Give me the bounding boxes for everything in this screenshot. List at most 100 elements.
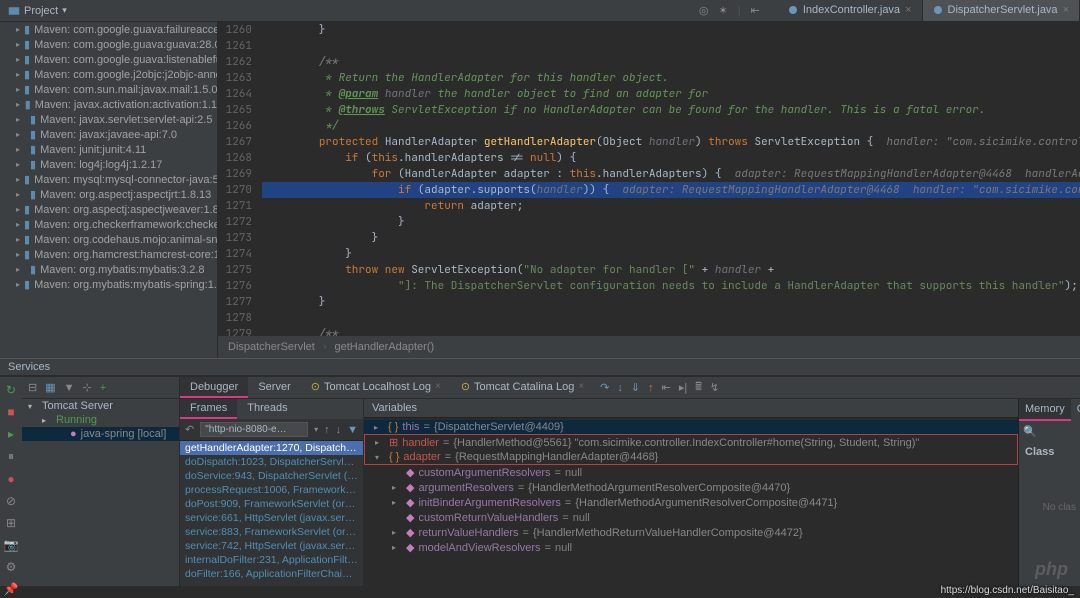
code-line[interactable]: "]: The DispatcherServlet configuration … — [262, 278, 1080, 294]
variable-row[interactable]: ▾{ } adapter = {RequestMappingHandlerAda… — [365, 450, 1017, 464]
close-icon[interactable]: × — [905, 4, 911, 16]
camera-icon[interactable]: 📷 — [4, 538, 19, 552]
code-line[interactable]: } — [262, 22, 1080, 38]
code-line[interactable]: */ — [262, 118, 1080, 134]
step-over-icon[interactable]: ↷ — [600, 381, 609, 394]
tree-item[interactable]: ▸▮Maven: org.checkerframework:checker-qu… — [0, 217, 217, 232]
services-tree[interactable]: ⊟ ▦ ▼ ⊹ + ▾Tomcat Server▸Running●java-sp… — [22, 377, 180, 586]
mute-bp-icon[interactable]: ⊘ — [6, 494, 16, 508]
code-line[interactable]: * @param handler the handler object to f… — [262, 86, 1080, 102]
evaluate-icon[interactable]: 🖩 — [695, 378, 702, 397]
pause-icon[interactable]: ⏸ — [8, 449, 14, 464]
target-icon[interactable]: ◎ — [699, 4, 709, 17]
settings-icon[interactable]: ⚙ — [6, 560, 17, 574]
stop-icon[interactable]: ■ — [7, 405, 14, 419]
expand-icon[interactable]: ▸ — [392, 483, 402, 492]
debug-tab[interactable]: Server — [248, 377, 300, 398]
code-line[interactable]: protected HandlerAdapter getHandlerAdapt… — [262, 134, 1080, 150]
step-out-icon[interactable]: ↑ — [648, 382, 654, 394]
stack-frame[interactable]: internalDoFilter:231, ApplicationFilterC… — [180, 553, 363, 567]
expand-icon[interactable]: ⊟ — [28, 381, 37, 394]
service-tree-item[interactable]: ▾Tomcat Server — [22, 399, 179, 413]
prev-frame-icon[interactable]: ↶ — [185, 423, 194, 436]
expand-icon[interactable]: ▸ — [392, 543, 402, 552]
code-line[interactable]: for (HandlerAdapter adapter : this.handl… — [262, 166, 1080, 182]
variable-row[interactable]: ▸◆ initBinderArgumentResolvers = {Handle… — [364, 495, 1018, 510]
tab-frames[interactable]: Frames — [180, 399, 237, 419]
close-icon[interactable]: × — [1063, 4, 1069, 16]
drop-frame-icon[interactable]: ⇤ — [662, 381, 671, 394]
stack-frame[interactable]: processRequest:1006, FrameworkServl — [180, 483, 363, 497]
expand-icon[interactable]: ▸ — [392, 528, 402, 537]
view-bp-icon[interactable]: ● — [7, 472, 14, 486]
variable-row[interactable]: ▸◆ argumentResolvers = {HandlerMethodArg… — [364, 480, 1018, 495]
expand-icon[interactable]: ▸ — [392, 498, 402, 507]
tree-item[interactable]: ▸▮Maven: javax:javaee-api:7.0 — [0, 127, 217, 142]
code-line[interactable]: * Return the HandlerAdapter for this han… — [262, 70, 1080, 86]
force-step-into-icon[interactable]: ⇓ — [631, 381, 640, 394]
tree-item[interactable]: ▸▮Maven: org.aspectj:aspectjrt:1.8.13 — [0, 187, 217, 202]
code-editor[interactable]: } /** * Return the HandlerAdapter for th… — [262, 22, 1080, 336]
code-line[interactable]: * @throws ServletException if no Handler… — [262, 102, 1080, 118]
tab-memory[interactable]: Memory — [1019, 399, 1071, 421]
tree-item[interactable]: ▸▮Maven: log4j:log4j:1.2.17 — [0, 157, 217, 172]
frames-list[interactable]: getHandlerAdapter:1270, DispatcherSerdoD… — [180, 441, 363, 586]
stack-frame[interactable]: getHandlerAdapter:1270, DispatcherSer — [180, 441, 363, 455]
service-tree-item[interactable]: ●java-spring [local] — [22, 427, 179, 441]
variable-row[interactable]: ◆ customArgumentResolvers = null — [364, 465, 1018, 480]
layout-icon[interactable]: ⊞ — [6, 516, 16, 530]
tree-item[interactable]: ▸▮Maven: com.google.guava:listenablefutu… — [0, 52, 217, 67]
variable-row[interactable]: ▸◆ modelAndViewResolvers = null — [364, 540, 1018, 555]
code-line[interactable]: } — [262, 294, 1080, 310]
close-icon[interactable]: × — [435, 381, 441, 392]
step-up-icon[interactable]: ↑ — [324, 424, 330, 436]
tree-item[interactable]: ▸▮Maven: junit:junit:4.11 — [0, 142, 217, 157]
breadcrumb[interactable]: DispatcherServlet › getHandlerAdapter() — [218, 336, 1080, 358]
stack-frame[interactable]: service:661, HttpServlet (javax.servlet.… — [180, 511, 363, 525]
service-tree-item[interactable]: ▸Running — [22, 413, 179, 427]
thread-dropdown[interactable]: "http-nio-8080-e… — [200, 422, 308, 437]
collapse-icon[interactable]: ⇤ — [751, 4, 760, 17]
variable-row[interactable]: ▸◆ returnValueHandlers = {HandlerMethodR… — [364, 525, 1018, 540]
stack-frame[interactable]: doDispatch:1023, DispatcherServlet (org — [180, 455, 363, 469]
filter-icon[interactable]: ▼ — [64, 382, 75, 394]
step-into-icon[interactable]: ↓ — [617, 382, 623, 394]
expand-icon[interactable]: ▸ — [374, 423, 384, 432]
tree-item[interactable]: ▸▮Maven: javax.servlet:servlet-api:2.5 — [0, 112, 217, 127]
variable-row[interactable]: ▸{ } this = {DispatcherServlet@4409} — [364, 420, 1018, 434]
code-line[interactable]: /** — [262, 54, 1080, 70]
tree-item[interactable]: ▸▮Maven: com.google.j2objc:j2objc-annota… — [0, 67, 217, 82]
tree-item[interactable]: ▸▮Maven: com.sun.mail:javax.mail:1.5.0 — [0, 82, 217, 97]
debug-tab[interactable]: ⊙Tomcat Catalina Log× — [451, 377, 594, 398]
run-to-cursor-icon[interactable]: ▸| — [679, 381, 687, 394]
code-line[interactable]: } — [262, 230, 1080, 246]
tree-item[interactable]: ▸▮Maven: com.google.guava:guava:28.0-jre — [0, 37, 217, 52]
debug-tab[interactable]: ⊙Tomcat Localhost Log× — [301, 377, 451, 398]
tree-item[interactable]: ▸▮Maven: org.hamcrest:hamcrest-core:1.3 — [0, 247, 217, 262]
grid-icon[interactable]: ▦ — [45, 381, 55, 394]
code-line[interactable]: if (this.handlerAdapters != null) { — [262, 150, 1080, 166]
tree-icon[interactable]: ⊹ — [83, 381, 92, 394]
variables-tree[interactable]: ▸{ } this = {DispatcherServlet@4409}▸⊞ h… — [364, 418, 1018, 586]
tree-item[interactable]: ▸▮Maven: org.codehaus.mojo:animal-sniffe… — [0, 232, 217, 247]
stack-frame[interactable]: doService:943, DispatcherServlet (orga — [180, 469, 363, 483]
expand-icon[interactable]: ▾ — [375, 453, 385, 462]
tree-item[interactable]: ▸▮Maven: javax.activation:activation:1.1 — [0, 97, 217, 112]
resume-icon[interactable]: ▸ — [8, 427, 14, 441]
code-line[interactable]: throw new ServletException("No adapter f… — [262, 262, 1080, 278]
step-down-icon[interactable]: ↓ — [336, 424, 342, 436]
tree-item[interactable]: ▸▮Maven: org.mybatis:mybatis-spring:1.2.… — [0, 277, 217, 292]
stack-frame[interactable]: service:742, HttpServlet (javax.servlet.… — [180, 539, 363, 553]
code-line[interactable]: return adapter; — [262, 198, 1080, 214]
code-line[interactable] — [262, 38, 1080, 54]
breadcrumb-class[interactable]: DispatcherServlet — [228, 341, 315, 353]
close-icon[interactable]: × — [578, 381, 584, 392]
project-dropdown[interactable]: Project ▾ — [0, 0, 75, 21]
trace-icon[interactable]: ↯ — [710, 381, 719, 394]
project-tree[interactable]: ▸▮Maven: com.google.guava:failureaccess:… — [0, 22, 218, 358]
variable-row[interactable]: ▸⊞ handler = {HandlerMethod@5561} "com.s… — [365, 435, 1017, 450]
code-line[interactable] — [262, 310, 1080, 326]
breadcrumb-method[interactable]: getHandlerAdapter() — [335, 341, 435, 353]
tab-threads[interactable]: Threads — [237, 399, 297, 419]
tree-item[interactable]: ▸▮Maven: org.aspectj:aspectjweaver:1.8.1… — [0, 202, 217, 217]
